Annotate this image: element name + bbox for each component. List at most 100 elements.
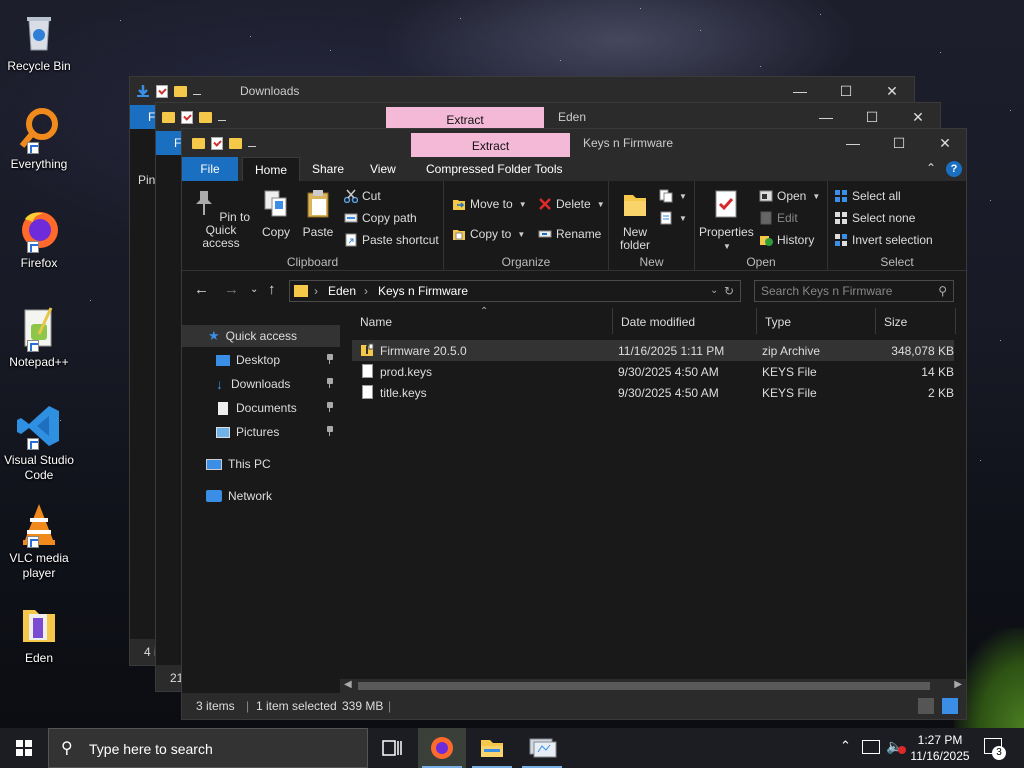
close-button[interactable]: ✕ xyxy=(895,103,941,131)
copy-to-button[interactable]: Copy to ▼ xyxy=(452,225,525,243)
desktop-icon-eden[interactable]: Eden xyxy=(2,600,76,666)
select-all-button[interactable]: Select all xyxy=(834,187,901,205)
title-bar[interactable]: Extract Keys n Firmware — ☐ ✕ xyxy=(182,129,966,157)
collapse-ribbon-icon[interactable]: ⌃ xyxy=(926,161,936,175)
minimize-button[interactable]: — xyxy=(777,77,823,105)
paste-button[interactable]: Paste xyxy=(300,189,336,239)
desktop-icon-notepadpp[interactable]: Notepad++ xyxy=(2,304,76,370)
rename-button[interactable]: Rename xyxy=(538,225,601,243)
new-folder-icon[interactable] xyxy=(174,85,187,97)
column-header-type[interactable]: Type xyxy=(757,308,876,334)
recent-locations-icon[interactable]: ⌄ xyxy=(250,284,258,295)
open-button[interactable]: Open ▼ xyxy=(759,187,820,205)
breadcrumb-keys-n-firmware[interactable]: Keys n Firmware xyxy=(378,284,468,298)
delete-button[interactable]: Delete ▼ xyxy=(538,195,605,213)
new-folder-button[interactable]: New folder xyxy=(615,189,655,252)
explorer-window-keys-n-firmware[interactable]: Extract Keys n Firmware — ☐ ✕ File Home … xyxy=(181,128,967,720)
clock[interactable]: 1:27 PM 11/16/2025 xyxy=(908,732,972,764)
nav-desktop[interactable]: Desktop xyxy=(182,349,340,371)
address-bar[interactable]: › Eden › Keys n Firmware ⌄ ↻ xyxy=(289,280,741,302)
nav-network[interactable]: Network xyxy=(182,485,340,507)
tab-home[interactable]: Home xyxy=(242,157,301,181)
help-icon[interactable]: ? xyxy=(946,161,962,177)
nav-quick-access[interactable]: ★ Quick access xyxy=(182,325,340,347)
select-none-button[interactable]: Select none xyxy=(834,209,915,227)
network-status-icon[interactable] xyxy=(862,740,880,754)
tab-extract[interactable]: Extract xyxy=(411,133,570,157)
properties-icon[interactable] xyxy=(156,84,168,98)
start-button[interactable] xyxy=(0,728,48,768)
tab-file[interactable]: F xyxy=(156,131,182,155)
properties-button[interactable]: Properties ▼ xyxy=(699,189,754,253)
copy-button[interactable]: Copy xyxy=(258,189,294,239)
desktop-icon-firefox[interactable]: Firefox xyxy=(2,205,76,271)
minimize-button[interactable]: — xyxy=(830,129,876,157)
desktop-icon-everything[interactable]: Everything xyxy=(2,106,76,172)
search-input[interactable]: Search Keys n Firmware ⚲ xyxy=(754,280,954,302)
large-icons-view-icon[interactable] xyxy=(942,698,958,714)
maximize-button[interactable]: ☐ xyxy=(849,103,895,131)
tab-file[interactable]: F xyxy=(130,105,158,129)
new-folder-icon[interactable] xyxy=(199,111,212,123)
file-row[interactable]: Firmware 20.5.0 11/16/2025 1:11 PM zip A… xyxy=(352,340,954,361)
details-view-icon[interactable] xyxy=(918,698,934,714)
pin-to-quick-access-button[interactable]: Pin to Quick access xyxy=(188,189,254,250)
paste-shortcut-button[interactable]: Paste shortcut xyxy=(344,231,439,249)
scroll-right-icon[interactable]: ▶ xyxy=(954,679,962,690)
scroll-left-icon[interactable]: ◀ xyxy=(344,679,352,690)
desktop-icon-recycle-bin[interactable]: Recycle Bin xyxy=(2,8,76,74)
task-view-button[interactable] xyxy=(368,728,416,768)
properties-icon[interactable] xyxy=(181,110,193,124)
invert-selection-button[interactable]: Invert selection xyxy=(834,231,933,249)
address-dropdown-icon[interactable]: ⌄ xyxy=(710,285,718,296)
taskbar-remote-app[interactable] xyxy=(518,728,566,768)
customize-toolbar-icon[interactable] xyxy=(218,113,226,121)
nav-documents[interactable]: Documents xyxy=(182,397,340,419)
customize-toolbar-icon[interactable] xyxy=(248,139,256,147)
taskbar-firefox[interactable] xyxy=(418,728,466,768)
tab-file[interactable]: File xyxy=(182,157,238,181)
nav-this-pc[interactable]: This PC xyxy=(182,453,340,475)
column-header-name[interactable]: Name xyxy=(352,308,613,334)
maximize-button[interactable]: ☐ xyxy=(876,129,922,157)
desktop-icon-vlc[interactable]: VLC media player xyxy=(2,500,76,581)
customize-toolbar-icon[interactable] xyxy=(193,87,201,95)
scrollbar-thumb[interactable] xyxy=(358,682,930,690)
nav-downloads[interactable]: ↓ Downloads xyxy=(182,373,340,395)
tab-share[interactable]: Share xyxy=(300,157,356,181)
move-to-button[interactable]: Move to ▼ xyxy=(452,195,527,213)
forward-arrow-icon[interactable]: → xyxy=(224,281,239,298)
history-button[interactable]: History xyxy=(759,231,814,249)
close-button[interactable]: ✕ xyxy=(869,77,915,105)
show-hidden-icons-icon[interactable]: ⌃ xyxy=(840,738,851,754)
nav-pictures[interactable]: Pictures xyxy=(182,421,340,443)
properties-icon[interactable] xyxy=(211,136,223,150)
file-row[interactable]: title.keys 9/30/2025 4:50 AM KEYS File 2… xyxy=(352,382,954,403)
edit-button[interactable]: Edit xyxy=(759,209,798,227)
breadcrumb-eden[interactable]: Eden xyxy=(328,284,356,298)
tab-view[interactable]: View xyxy=(358,157,408,181)
easy-access-button[interactable]: ▼ xyxy=(659,209,687,227)
up-arrow-icon[interactable]: ↑ xyxy=(268,281,276,298)
cut-button[interactable]: Cut xyxy=(343,187,381,205)
file-row[interactable]: prod.keys 9/30/2025 4:50 AM KEYS File 14… xyxy=(352,361,954,382)
close-button[interactable]: ✕ xyxy=(922,129,968,157)
back-arrow-icon[interactable]: ← xyxy=(194,281,209,298)
taskbar-search[interactable]: ⚲ Type here to search xyxy=(48,728,368,768)
column-header-size[interactable]: Size xyxy=(876,308,956,334)
column-header-date-modified[interactable]: Date modified xyxy=(613,308,757,334)
desktop-icon-vscode[interactable]: Visual Studio Code xyxy=(2,402,76,483)
new-item-button[interactable]: ▼ xyxy=(659,187,687,205)
new-folder-icon[interactable] xyxy=(229,137,242,149)
copy-path-button[interactable]: Copy path xyxy=(344,209,417,227)
window-title: Downloads xyxy=(240,84,300,98)
tab-compressed-folder-tools[interactable]: Compressed Folder Tools xyxy=(414,157,575,181)
horizontal-scrollbar[interactable]: ◀ ▶ xyxy=(340,679,966,693)
taskbar-file-explorer[interactable] xyxy=(468,728,516,768)
title-bar[interactable]: Extract Eden — ☐ ✕ xyxy=(156,103,940,131)
refresh-icon[interactable]: ↻ xyxy=(724,284,734,298)
maximize-button[interactable]: ☐ xyxy=(823,77,869,105)
title-bar[interactable]: Downloads — ☐ ✕ xyxy=(130,77,914,105)
minimize-button[interactable]: — xyxy=(803,103,849,131)
computer-icon xyxy=(206,458,222,470)
